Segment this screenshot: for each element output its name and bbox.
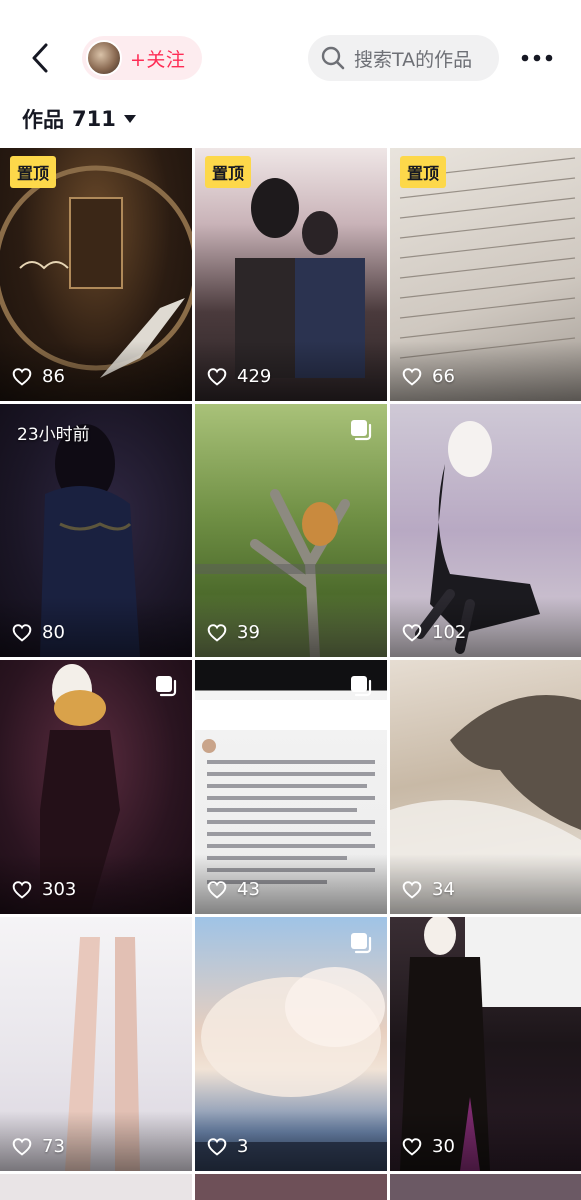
like-count: 3 [237,1136,249,1157]
heart-icon [402,368,422,386]
works-label: 作品 [22,108,64,132]
like-count: 303 [42,879,77,900]
like-count: 39 [237,622,260,643]
heart-icon [12,368,32,386]
like-count: 102 [432,622,467,643]
heart-icon [402,1138,422,1156]
multi-image-icon [351,676,372,697]
like-count: 34 [432,879,455,900]
like-count: 66 [432,366,455,387]
more-dots-icon [521,54,553,62]
like-count-group: 86 [12,366,65,387]
video-tile[interactable]: 23小时前 80 [0,404,192,657]
like-count-group: 30 [402,1136,455,1157]
caret-down-icon [123,115,136,123]
works-filter[interactable]: 作品 711 [22,104,136,134]
like-count: 429 [237,366,272,387]
avatar[interactable] [86,40,122,76]
search-placeholder: 搜索TA的作品 [354,48,473,71]
like-count: 73 [42,1136,65,1157]
video-tile[interactable]: 303 [0,660,192,914]
back-button[interactable] [22,38,58,78]
heart-icon [207,881,227,899]
heart-icon [12,881,32,899]
like-count: 86 [42,366,65,387]
time-badge: 23小时前 [17,425,90,445]
heart-icon [12,1138,32,1156]
video-tile[interactable]: 置顶 429 [195,148,387,401]
video-tile[interactable] [390,1174,581,1200]
heart-icon [207,1138,227,1156]
like-count-group: 43 [207,879,260,900]
like-count-group: 73 [12,1136,65,1157]
pinned-badge: 置顶 [205,156,252,188]
video-tile[interactable]: 置顶 66 [390,148,581,401]
search-icon [321,46,345,70]
heart-icon [207,624,227,642]
more-button[interactable] [516,42,558,74]
video-tile[interactable]: 置顶 86 [0,148,192,401]
like-count-group: 3 [207,1136,248,1157]
works-grid: 置顶 86 置顶 429 置顶 66 23小时前 80 39 102 303 4… [0,148,581,1200]
video-tile[interactable]: 43 [195,660,387,914]
like-count-group: 39 [207,622,260,643]
pinned-badge: 置顶 [10,156,57,188]
follow-label: +关注 [130,48,186,71]
heart-icon [402,624,422,642]
works-count: 711 [72,107,116,131]
multi-image-icon [351,420,372,441]
profile-header: +关注 搜索TA的作品 [0,0,581,100]
video-tile[interactable]: 39 [195,404,387,657]
video-tile[interactable]: 30 [390,917,581,1171]
like-count-group: 80 [12,622,65,643]
like-count-group: 66 [402,366,455,387]
like-count: 30 [432,1136,455,1157]
video-tile[interactable]: 102 [390,404,581,657]
follow-button[interactable]: +关注 [82,36,202,80]
heart-icon [402,881,422,899]
like-count-group: 102 [402,622,466,643]
like-count-group: 429 [207,366,271,387]
like-count-group: 34 [402,879,455,900]
like-count: 80 [42,622,65,643]
video-tile[interactable] [195,1174,387,1200]
heart-icon [12,624,32,642]
heart-icon [207,368,227,386]
like-count: 43 [237,879,260,900]
video-tile[interactable]: 3 [195,917,387,1171]
back-arrow-icon [32,43,48,73]
pinned-badge: 置顶 [400,156,447,188]
video-tile[interactable]: 34 [390,660,581,914]
video-tile[interactable] [0,1174,192,1200]
multi-image-icon [351,933,372,954]
video-tile[interactable]: 73 [0,917,192,1171]
like-count-group: 303 [12,879,76,900]
multi-image-icon [156,676,177,697]
search-input[interactable]: 搜索TA的作品 [308,35,499,81]
